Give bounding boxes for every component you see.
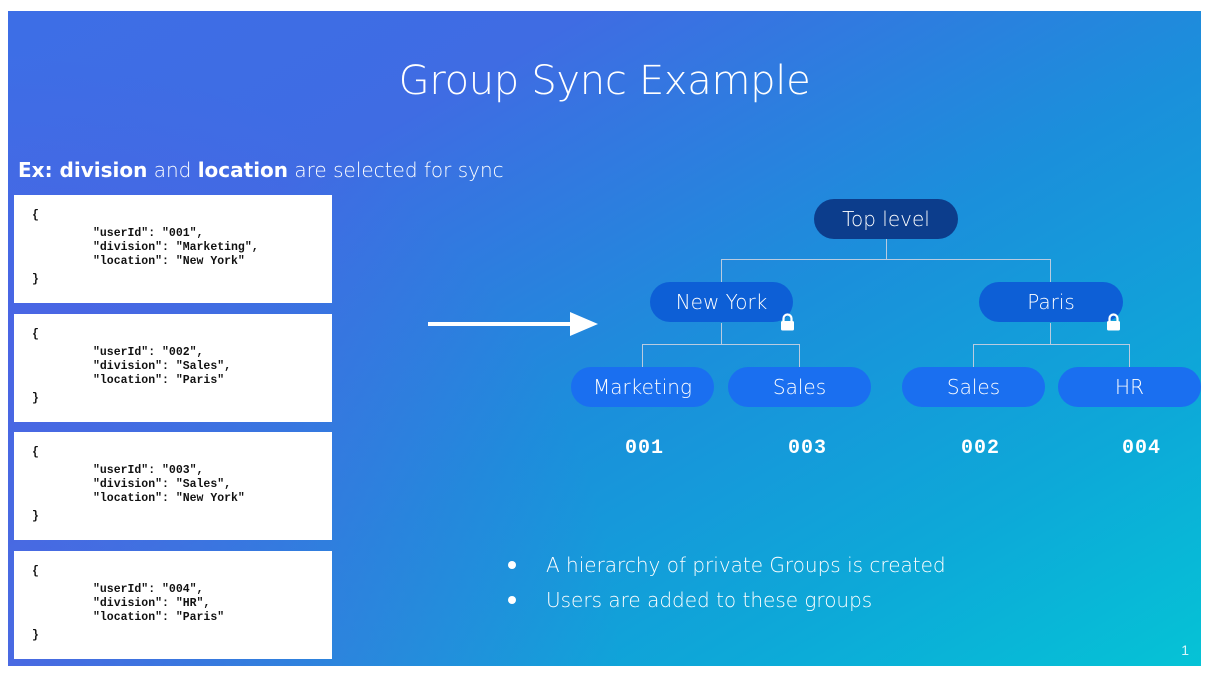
subtitle-suffix: are selected for sync [288, 158, 504, 182]
bullet-item: A hierarchy of private Groups is created [508, 547, 946, 582]
json-open: { [32, 565, 39, 578]
subtitle-bold-location: location [197, 158, 289, 182]
connector-new-york-horizontal [642, 344, 800, 345]
json-line-user-id: "userId": "003", [93, 464, 204, 477]
user-id-002: 002 [961, 437, 1001, 460]
connector-sales-paris [973, 344, 974, 368]
bullet-item: Users are added to these groups [508, 582, 946, 617]
json-card-3: { "userId": "003", "division": "Sales", … [14, 432, 332, 540]
lock-icon [781, 313, 794, 331]
user-id-004: 004 [1122, 437, 1162, 460]
slide-subtitle: Ex: division and location are selected f… [18, 158, 504, 182]
json-close: } [32, 392, 39, 405]
json-line-user-id: "userId": "002", [93, 346, 204, 359]
connector-sales-ny [799, 344, 800, 368]
json-close: } [32, 629, 39, 642]
connector-new-york [721, 259, 722, 283]
bullet-text: Users are added to these groups [546, 587, 873, 612]
json-line-location: "location": "New York" [93, 255, 245, 268]
group-sales-paris: Sales [902, 367, 1045, 407]
slide-title: Group Sync Example [398, 58, 811, 104]
json-card-4: { "userId": "004", "division": "HR", "lo… [14, 551, 332, 659]
bullet-text: A hierarchy of private Groups is created [546, 552, 946, 577]
group-new-york: New York [650, 282, 793, 322]
group-paris: Paris [979, 282, 1123, 322]
connector-paris [1050, 259, 1051, 283]
connector-hr [1129, 344, 1130, 368]
subtitle-bold-division: division [59, 158, 148, 182]
connector-new-york-down [721, 323, 722, 345]
group-marketing: Marketing [571, 367, 714, 407]
page-number: 1 [1181, 642, 1189, 658]
connector-top-horizontal [721, 259, 1051, 260]
group-hr: HR [1058, 367, 1201, 407]
json-line-division: "division": "HR", [93, 597, 211, 610]
group-top-level: Top level [814, 199, 958, 239]
subtitle-mid: and [147, 158, 198, 182]
slide: Group Sync Example Ex: division and loca… [8, 11, 1201, 666]
arrow-shaft [428, 322, 576, 326]
arrow-head [570, 312, 598, 336]
json-line-location: "location": "New York" [93, 492, 245, 505]
connector-marketing [642, 344, 643, 368]
connector-paris-horizontal [973, 344, 1130, 345]
user-id-003: 003 [788, 437, 828, 460]
user-id-001: 001 [625, 437, 665, 460]
connector-top [886, 238, 887, 260]
json-line-user-id: "userId": "001", [93, 227, 204, 240]
connector-paris-down [1050, 323, 1051, 345]
subtitle-prefix: Ex: [18, 158, 60, 182]
bullet-list: A hierarchy of private Groups is created… [508, 547, 946, 617]
bullet-dot [508, 595, 516, 604]
lock-icon [1107, 313, 1120, 331]
json-open: { [32, 209, 39, 222]
group-sales-new-york: Sales [728, 367, 871, 407]
json-line-user-id: "userId": "004", [93, 583, 204, 596]
json-open: { [32, 446, 39, 459]
bullet-dot [508, 560, 516, 569]
json-line-division: "division": "Sales", [93, 478, 232, 491]
json-line-division: "division": "Marketing", [93, 241, 259, 254]
json-card-1: { "userId": "001", "division": "Marketin… [14, 195, 332, 303]
json-close: } [32, 273, 39, 286]
json-line-location: "location": "Paris" [93, 374, 225, 387]
json-close: } [32, 510, 39, 523]
json-line-division: "division": "Sales", [93, 360, 232, 373]
json-card-2: { "userId": "002", "division": "Sales", … [14, 314, 332, 422]
json-line-location: "location": "Paris" [93, 611, 225, 624]
json-open: { [32, 328, 39, 341]
